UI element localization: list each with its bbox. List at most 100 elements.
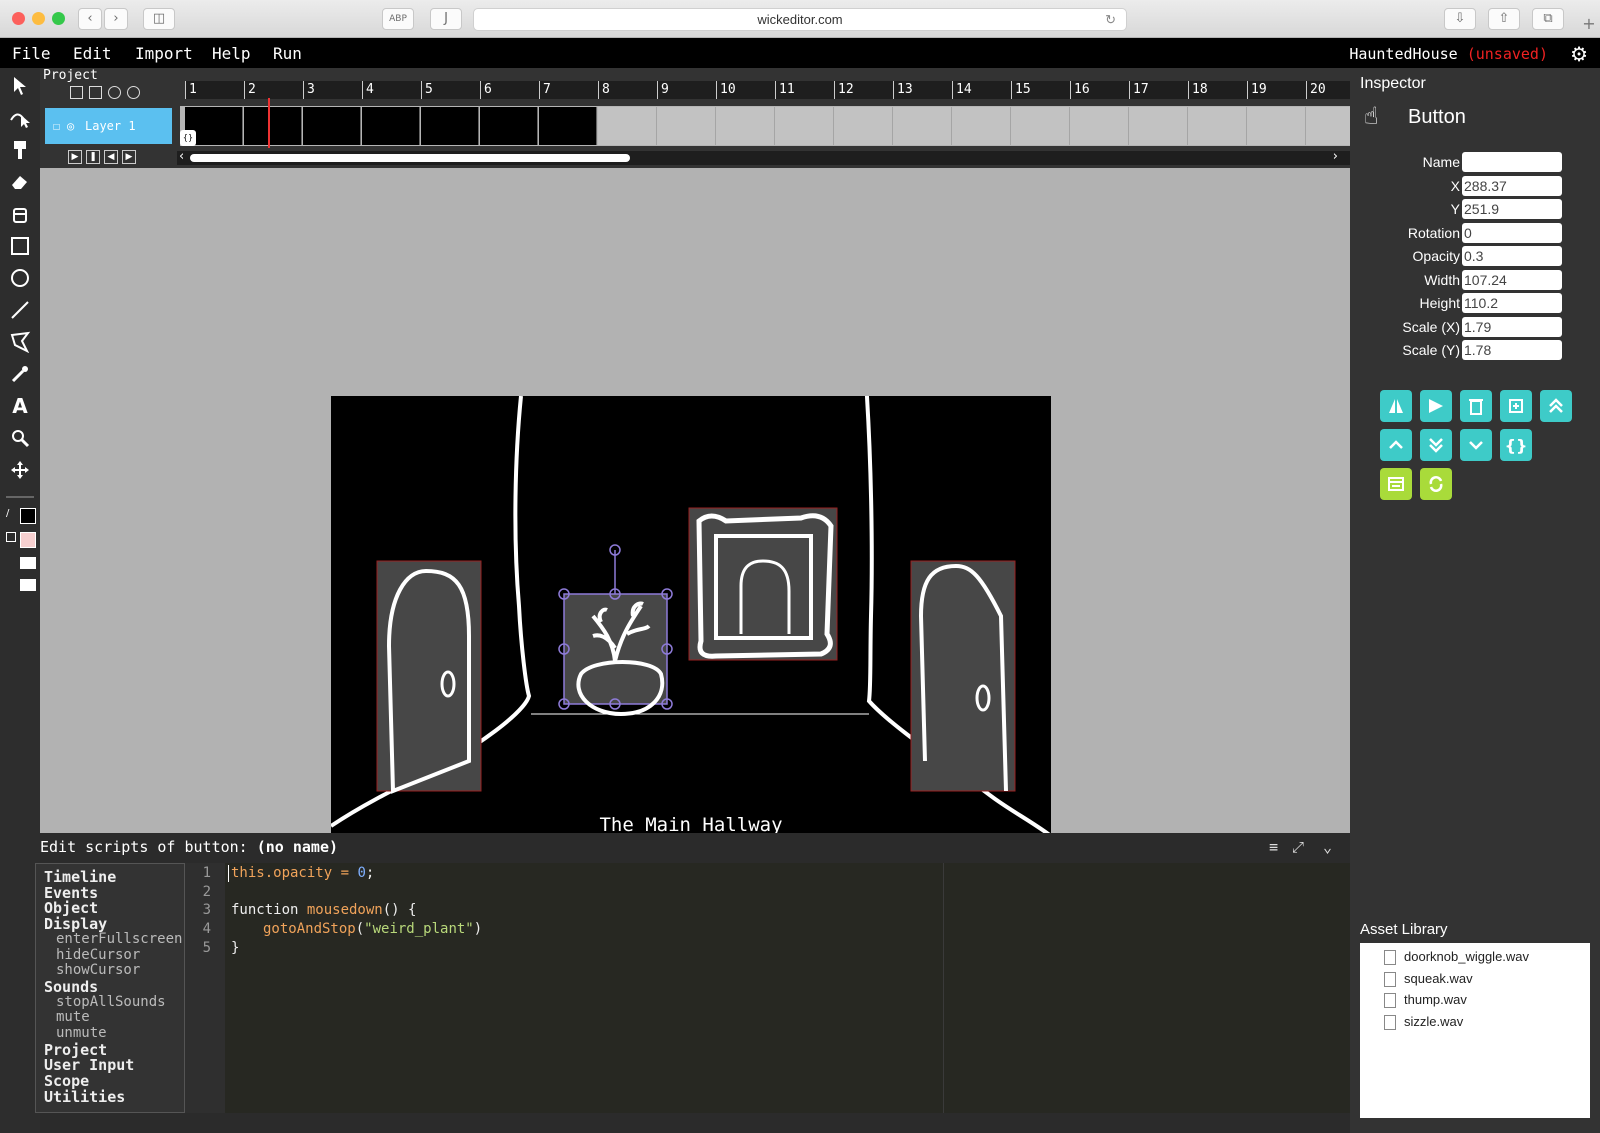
opacity-input[interactable]	[1462, 246, 1562, 266]
back-icon[interactable]: ‹	[78, 8, 102, 30]
frame-number-9[interactable]: 9	[657, 81, 669, 99]
close-window-button[interactable]	[12, 12, 25, 25]
rectangle-tool-icon[interactable]	[6, 232, 34, 260]
frame-number-8[interactable]: 8	[598, 81, 610, 99]
frames-strip[interactable]	[180, 106, 1365, 146]
frame-cell[interactable]	[657, 107, 716, 145]
send-to-back-button[interactable]	[1420, 429, 1452, 461]
tabs-icon[interactable]: ⧉	[1532, 8, 1564, 30]
asset-item[interactable]: doorknob_wiggle.wav	[1384, 949, 1529, 965]
collapse-editor-icon[interactable]: ⌄	[1323, 833, 1332, 861]
reference-function[interactable]: enterFullscreen	[56, 931, 182, 947]
edit-scripts-button[interactable]: {}	[1500, 429, 1532, 461]
menu-edit[interactable]: Edit	[73, 44, 112, 63]
scroll-right-icon[interactable]: ›	[1333, 149, 1338, 164]
minimize-window-button[interactable]	[32, 12, 45, 25]
path-cursor-tool-icon[interactable]	[6, 104, 34, 132]
reference-function[interactable]: hideCursor	[56, 947, 140, 963]
bring-to-front-button[interactable]	[1540, 390, 1572, 422]
flip-horizontal-button[interactable]	[1380, 390, 1412, 422]
line-tool-icon[interactable]	[6, 296, 34, 324]
play-icon[interactable]: ▶	[68, 150, 82, 164]
frame-cell[interactable]	[834, 107, 893, 145]
frame-cell[interactable]	[303, 107, 361, 145]
x-input[interactable]	[1462, 175, 1562, 196]
frame-number-17[interactable]: 17	[1129, 81, 1149, 99]
extension-icon[interactable]: J	[430, 8, 462, 30]
timeline-scrollbar-thumb[interactable]	[190, 154, 630, 162]
pan-tool-icon[interactable]	[6, 456, 34, 484]
zoom-tool-icon[interactable]	[6, 424, 34, 452]
downloads-icon[interactable]: ⇩	[1444, 8, 1476, 30]
scroll-left-icon[interactable]: ‹	[179, 149, 184, 164]
scale-y-input[interactable]	[1462, 340, 1562, 360]
frame-number-1[interactable]: 1	[185, 81, 197, 99]
expand-editor-icon[interactable]: ⤢	[1292, 833, 1304, 861]
forward-icon[interactable]: ›	[104, 8, 128, 30]
brush-tool-icon[interactable]	[6, 136, 34, 164]
frame-number-12[interactable]: 12	[834, 81, 854, 99]
fill-color-swatch[interactable]	[20, 532, 36, 548]
format-code-icon[interactable]: ≡	[1269, 833, 1278, 861]
width-input[interactable]	[1462, 269, 1562, 290]
polygon-tool-icon[interactable]	[6, 328, 34, 356]
reference-function[interactable]: mute	[56, 1009, 90, 1025]
frame-number-18[interactable]: 18	[1188, 81, 1208, 99]
frame-cell[interactable]	[1188, 107, 1247, 145]
asset-item[interactable]: thump.wav	[1384, 992, 1467, 1008]
cursor-tool-icon[interactable]	[6, 72, 34, 100]
rotation-input[interactable]	[1462, 222, 1562, 243]
reference-function[interactable]: unmute	[56, 1025, 107, 1041]
add-layer-icon[interactable]	[70, 86, 83, 99]
frame-cell[interactable]	[362, 107, 420, 145]
frame-cell[interactable]	[952, 107, 1011, 145]
previous-frame-icon[interactable]: ◀	[104, 150, 118, 164]
frame-number-3[interactable]: 3	[303, 81, 315, 99]
frame-cell[interactable]	[539, 107, 597, 145]
flip-vertical-button[interactable]	[1420, 390, 1452, 422]
layer-row-selected[interactable]: ☐ ◎ Layer 1	[45, 108, 172, 144]
frame-number-5[interactable]: 5	[421, 81, 433, 99]
code-editor[interactable]: this.opacity = 0; function mousedown() {…	[225, 863, 1350, 1113]
next-frame-icon[interactable]: ▶	[122, 150, 136, 164]
menu-run[interactable]: Run	[273, 44, 302, 63]
frame-number-2[interactable]: 2	[244, 81, 256, 99]
frame-number-16[interactable]: 16	[1070, 81, 1090, 99]
frame-number-4[interactable]: 4	[362, 81, 374, 99]
scale-x-input[interactable]	[1462, 316, 1562, 337]
reference-function[interactable]: showCursor	[56, 962, 140, 978]
frame-number-7[interactable]: 7	[539, 81, 551, 99]
frame-cell[interactable]	[421, 107, 479, 145]
share-icon[interactable]: ⇧	[1488, 8, 1520, 30]
pause-icon[interactable]: ❚	[86, 150, 100, 164]
frame-cell[interactable]	[598, 107, 657, 145]
timeline-zoom-icon[interactable]	[127, 86, 140, 99]
menu-import[interactable]: Import	[135, 44, 193, 63]
settings-gear-icon[interactable]: ⚙	[1570, 42, 1588, 66]
frame-number-6[interactable]: 6	[480, 81, 492, 99]
frame-number-14[interactable]: 14	[952, 81, 972, 99]
frame-number-13[interactable]: 13	[893, 81, 913, 99]
frame-number-20[interactable]: 20	[1306, 81, 1326, 99]
brush-size-input[interactable]	[20, 557, 36, 569]
height-input[interactable]	[1462, 293, 1562, 313]
adblock-icon[interactable]: ABP	[382, 8, 414, 30]
frame-cell[interactable]	[775, 107, 834, 145]
frame-cell[interactable]	[1247, 107, 1306, 145]
stroke-color-swatch[interactable]	[20, 508, 36, 524]
name-input[interactable]	[1462, 152, 1562, 172]
new-tab-icon[interactable]: +	[1578, 14, 1600, 38]
url-bar[interactable]: wickeditor.com ↻	[473, 8, 1127, 31]
frame-cell[interactable]	[244, 107, 302, 145]
fill-bucket-tool-icon[interactable]	[6, 200, 34, 228]
frame-script-icon[interactable]: {}	[180, 130, 196, 146]
move-forward-button[interactable]	[1380, 429, 1412, 461]
frame-cell[interactable]	[1070, 107, 1129, 145]
convert-to-clip-button[interactable]	[1420, 468, 1452, 500]
frame-cell[interactable]	[716, 107, 775, 145]
duplicate-button[interactable]	[1500, 390, 1532, 422]
frame-number-11[interactable]: 11	[775, 81, 795, 99]
frame-cell[interactable]	[893, 107, 952, 145]
edit-timeline-button[interactable]	[1380, 468, 1412, 500]
delete-layer-icon[interactable]	[89, 86, 102, 99]
